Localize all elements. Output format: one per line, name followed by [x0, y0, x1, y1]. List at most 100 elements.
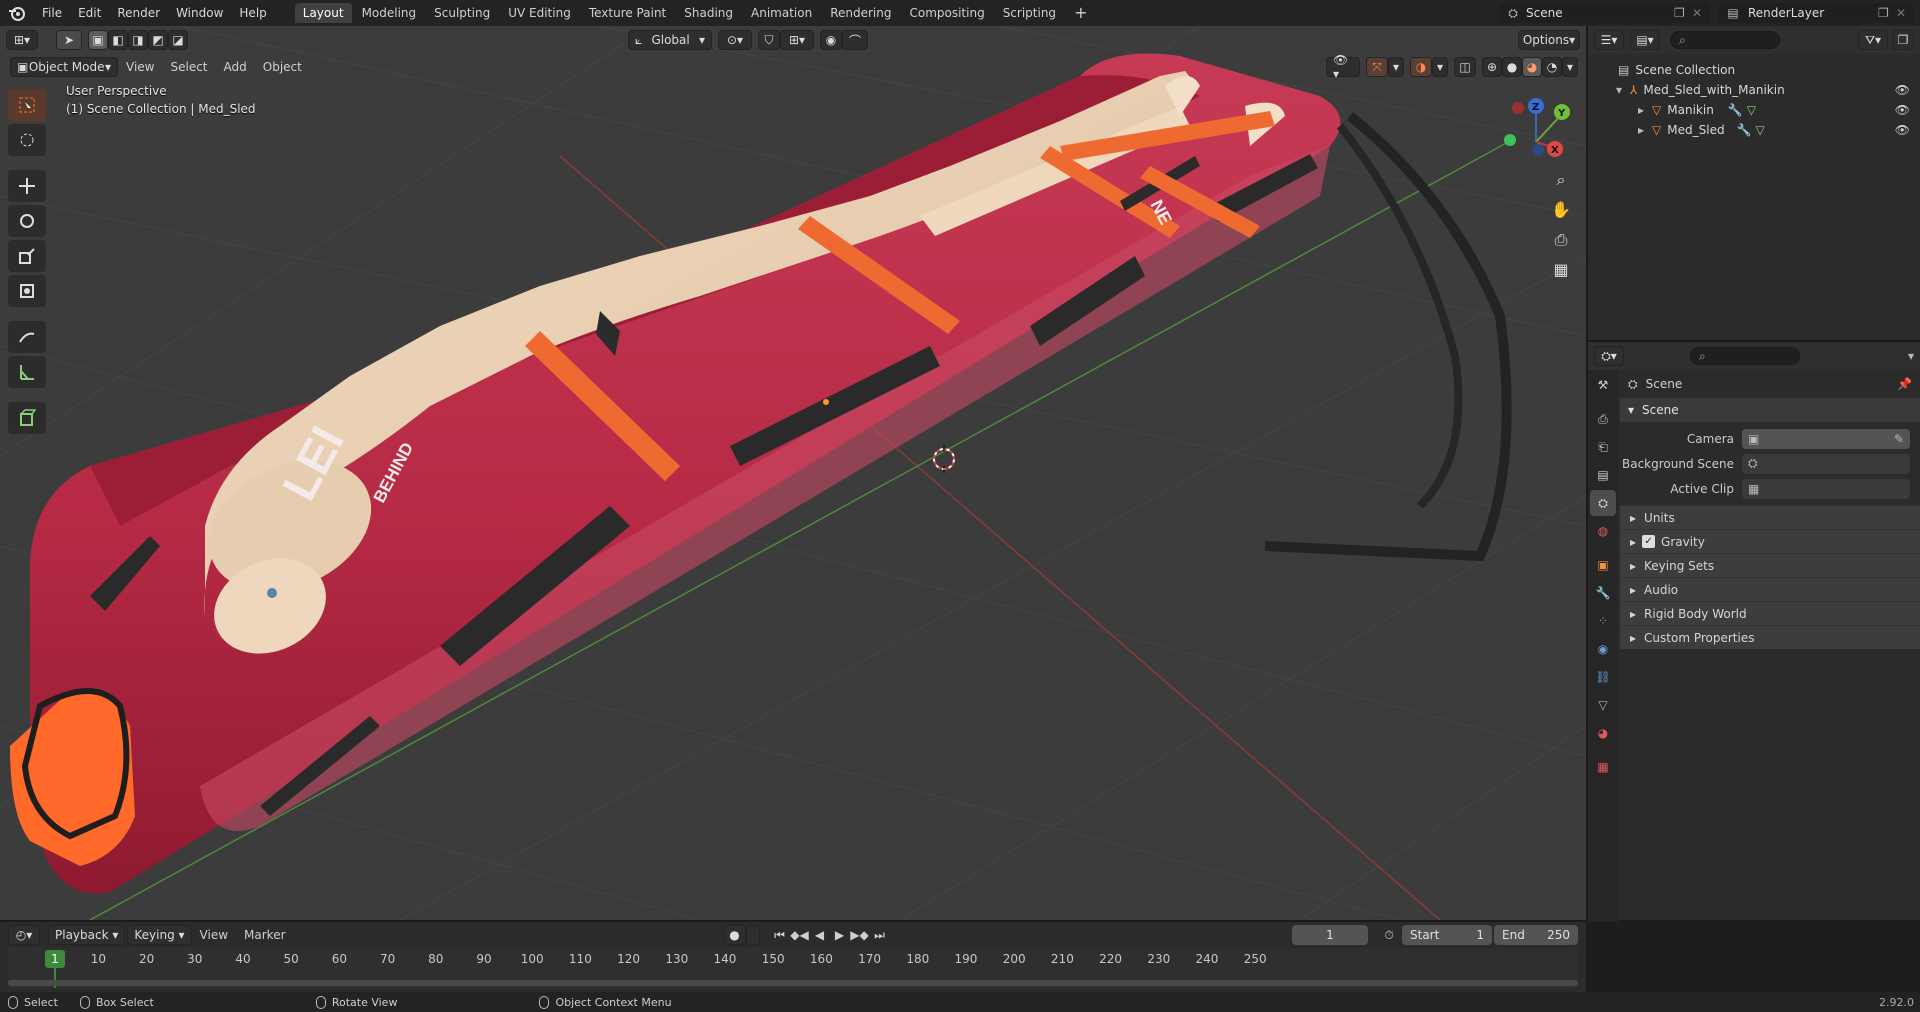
data-tab-icon[interactable]: ▽ [1590, 692, 1616, 718]
physics-tab-icon[interactable]: ◉ [1590, 636, 1616, 662]
view-layer-selector[interactable]: ▤ RenderLayer ❐ ✕ [1718, 3, 1914, 23]
new-view-layer-icon[interactable]: ❐ [1878, 6, 1896, 20]
material-shading-icon[interactable]: ◕ [1522, 57, 1542, 77]
preview-range-icon[interactable]: ⏱ [1376, 928, 1402, 943]
play-reverse-icon[interactable]: ◀ [810, 928, 830, 942]
prev-keyframe-icon[interactable]: ◆◀ [790, 928, 810, 942]
overlays-dropdown[interactable]: ▾ [1432, 57, 1448, 77]
navigation-gizmo[interactable]: Z Y X [1504, 98, 1570, 157]
options-dropdown[interactable]: Options ▾ [1518, 30, 1580, 50]
menu-render[interactable]: Render [109, 0, 168, 26]
pan-hand-icon[interactable]: ✋ [1548, 200, 1574, 230]
perspective-toggle-icon[interactable]: ▦ [1548, 260, 1574, 290]
start-frame-field[interactable]: Start 1 [1402, 925, 1492, 945]
tool-tab-icon[interactable]: ⚒ [1590, 372, 1616, 398]
particles-tab-icon[interactable]: ⁘ [1590, 608, 1616, 634]
visibility-eye-icon[interactable]: 👁 [1895, 103, 1910, 117]
record-keyframe-icon[interactable]: ● [723, 925, 746, 945]
xray-toggle[interactable]: ◫ [1454, 57, 1476, 77]
eyedropper-icon[interactable]: ✎ [1894, 432, 1904, 446]
play-icon[interactable]: ▶ [830, 928, 850, 942]
solid-shading-icon[interactable]: ● [1502, 57, 1522, 77]
material-tab-icon[interactable]: ◕ [1590, 720, 1616, 746]
object-tab-icon[interactable]: ▣ [1590, 552, 1616, 578]
snap-toggle[interactable]: ⛉ [758, 30, 780, 50]
keying-dropdown[interactable]: Keying ▾ [127, 925, 192, 945]
tab-shading[interactable]: Shading [676, 3, 741, 23]
tab-uv-editing[interactable]: UV Editing [500, 3, 579, 23]
texture-tab-icon[interactable]: ▦ [1590, 754, 1616, 780]
modifier-tab-icon[interactable]: 🔧 [1590, 580, 1616, 606]
expand-arrow-icon[interactable]: ▾ [1616, 83, 1622, 97]
blender-logo-icon[interactable] [0, 0, 34, 26]
background-scene-field[interactable]: ⛭ [1742, 453, 1910, 474]
modifier-wrench-icon[interactable]: 🔧 [1737, 123, 1752, 137]
pivot-point-dropdown[interactable]: ⊙▾ [718, 30, 752, 50]
scale-tool-icon[interactable] [8, 240, 46, 272]
transform-orientation-dropdown[interactable]: ⟀ Global ▾ [628, 30, 712, 50]
menu-edit[interactable]: Edit [70, 0, 109, 26]
new-scene-icon[interactable]: ❐ [1674, 6, 1692, 20]
modifier-wrench-icon[interactable]: 🔧 [1728, 103, 1743, 117]
units-subpanel[interactable]: ▸ Units [1620, 505, 1920, 529]
current-frame-field[interactable]: 1 [1292, 925, 1368, 945]
3d-cursor-icon[interactable] [933, 445, 955, 473]
camera-view-icon[interactable]: ⎙ [1548, 230, 1574, 260]
zoom-icon[interactable]: ⌕ [1548, 170, 1574, 200]
camera-field[interactable]: ▣ ✎ [1742, 428, 1910, 449]
outliner-row-manikin[interactable]: ▸ ▽ Manikin 🔧 ▽ 👁 [1588, 100, 1920, 120]
scene-tab-icon[interactable]: ⛭ [1590, 490, 1616, 516]
timeline-scrollbar[interactable] [8, 980, 1578, 986]
visibility-eye-icon[interactable]: 👁 [1895, 123, 1910, 137]
tab-rendering[interactable]: Rendering [822, 3, 899, 23]
subtract-selection-icon[interactable]: ◨ [128, 30, 148, 50]
render-tab-icon[interactable]: ⎙ [1590, 406, 1616, 432]
playback-dropdown[interactable]: Playback ▾ [48, 925, 126, 945]
expand-arrow-icon[interactable]: ▸ [1638, 103, 1644, 117]
menu-window[interactable]: Window [168, 0, 231, 26]
intersect-selection-icon[interactable]: ◪ [168, 30, 188, 50]
select-box-tool-icon[interactable] [8, 89, 46, 121]
pin-icon[interactable]: 📌 [1897, 377, 1912, 391]
viewport-menu-select[interactable]: Select [162, 60, 215, 74]
tab-modeling[interactable]: Modeling [354, 3, 425, 23]
output-tab-icon[interactable]: ⎗ [1590, 434, 1616, 460]
gravity-checkbox[interactable]: ✓ [1642, 535, 1656, 548]
rendered-shading-icon[interactable]: ◔ [1542, 57, 1562, 77]
properties-editor-type-button[interactable]: ⛭▾ [1594, 346, 1624, 366]
next-keyframe-icon[interactable]: ▶◆ [850, 928, 870, 942]
world-tab-icon[interactable]: ◍ [1590, 518, 1616, 544]
editor-type-button[interactable]: ⊞▾ [6, 30, 38, 50]
outliner-row-med-sled-with-manikin[interactable]: ▾ ⅄ Med_Sled_with_Manikin 👁 [1588, 80, 1920, 100]
cursor-tool-icon[interactable] [8, 124, 46, 156]
transform-tool-icon[interactable] [8, 275, 46, 307]
menu-help[interactable]: Help [231, 0, 274, 26]
mode-dropdown[interactable]: ▣ Object Mode ▾ [10, 57, 118, 77]
audio-subpanel[interactable]: ▸ Audio [1620, 577, 1920, 601]
view-layer-tab-icon[interactable]: ▤ [1590, 462, 1616, 488]
jump-start-icon[interactable]: ⏮ [770, 928, 790, 943]
shading-dropdown[interactable]: ▾ [1562, 57, 1578, 77]
tab-compositing[interactable]: Compositing [901, 3, 992, 23]
timeline-ruler[interactable]: 1 10 20 30 40 50 60 70 80 90 100 110 120 130 140 150 160… [8, 948, 1578, 988]
invert-selection-icon[interactable]: ◩ [148, 30, 168, 50]
add-cube-tool-icon[interactable] [8, 402, 46, 434]
properties-search-input[interactable]: ⌕ [1690, 347, 1800, 365]
scene-selector[interactable]: ⛭ Scene ❐ ✕ [1500, 3, 1710, 23]
outliner-row-scene-collection[interactable]: ▤ Scene Collection [1588, 60, 1920, 80]
proportional-falloff-dropdown[interactable]: ⌒ [842, 30, 868, 50]
view-layer-name[interactable]: RenderLayer [1748, 6, 1878, 20]
move-tool-icon[interactable] [8, 170, 46, 202]
expand-arrow-icon[interactable]: ▸ [1638, 123, 1644, 137]
constraints-tab-icon[interactable]: ⛓ [1590, 664, 1616, 690]
new-collection-icon[interactable]: ❐ [1892, 30, 1914, 50]
auto-keying-dropdown[interactable] [745, 925, 760, 945]
custom-properties-subpanel[interactable]: ▸ Custom Properties [1620, 625, 1920, 649]
scene-panel-header[interactable]: ▾ Scene [1620, 398, 1920, 422]
filter-dropdown[interactable]: ⛛▾ [1858, 30, 1888, 50]
mesh-data-icon[interactable]: ▽ [1747, 103, 1756, 117]
visibility-eye-icon[interactable]: 👁 [1895, 83, 1910, 97]
outliner-editor-type-button[interactable]: ☰▾ [1594, 30, 1624, 50]
tab-animation[interactable]: Animation [743, 3, 820, 23]
viewport-scene[interactable]: LEI BEHIND NE Z Y X [0, 26, 1586, 920]
